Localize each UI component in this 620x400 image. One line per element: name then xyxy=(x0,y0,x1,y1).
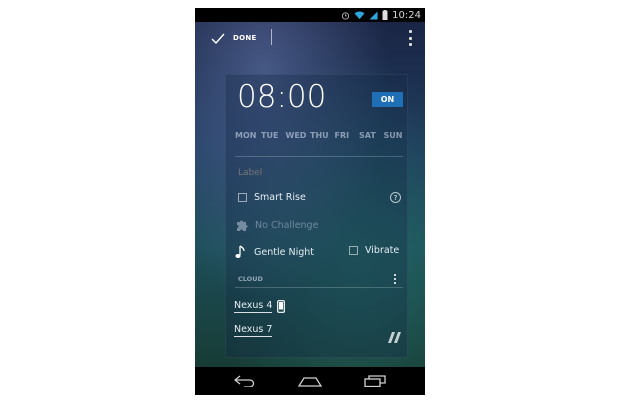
music-note-icon xyxy=(235,245,245,258)
challenge-option[interactable]: No Challenge xyxy=(235,218,318,232)
home-icon xyxy=(297,377,322,387)
ringtone-label: Gentle Night xyxy=(254,246,314,258)
vibrate-checkbox[interactable] xyxy=(349,246,358,255)
navigation-bar xyxy=(195,367,425,395)
alarm-on-toggle[interactable]: ON xyxy=(372,92,403,107)
day-sun[interactable]: SUN xyxy=(384,131,409,140)
back-icon xyxy=(234,375,255,387)
status-bar: 10:24 xyxy=(195,8,425,22)
smart-rise-option[interactable]: Smart Rise xyxy=(238,192,306,203)
alarm-card: 08:00 ON MON TUE WED THU FRI SAT SUN Sma… xyxy=(225,74,408,358)
ringtone-option[interactable]: Gentle Night xyxy=(235,245,314,259)
smart-rise-checkbox[interactable] xyxy=(238,193,247,202)
vibrate-option[interactable]: Vibrate xyxy=(349,245,399,256)
action-bar: DONE xyxy=(195,22,425,54)
challenge-label: No Challenge xyxy=(255,219,319,231)
vibrate-label: Vibrate xyxy=(365,245,400,256)
day-fri[interactable]: FRI xyxy=(335,131,360,140)
phone-frame: 10:24 DONE 08:00 ON MON TUE WED THU FRI … xyxy=(195,8,425,395)
recents-icon xyxy=(363,375,386,387)
puzzle-icon xyxy=(237,220,248,231)
back-button[interactable] xyxy=(225,370,265,392)
divider xyxy=(235,287,403,288)
day-sat[interactable]: SAT xyxy=(359,131,384,140)
cloud-device-item[interactable]: Nexus 7 xyxy=(234,324,273,337)
day-mon[interactable]: MON xyxy=(235,131,261,140)
status-time: 10:24 xyxy=(392,9,421,21)
smart-rise-label: Smart Rise xyxy=(254,192,306,203)
overflow-menu-icon[interactable] xyxy=(407,30,413,46)
device-name: Nexus 4 xyxy=(234,300,273,313)
checkmark-icon xyxy=(211,33,225,44)
done-button[interactable]: DONE xyxy=(195,22,257,54)
device-name: Nexus 7 xyxy=(234,324,273,337)
signal-icon xyxy=(369,10,378,20)
alarm-time[interactable]: 08:00 xyxy=(237,79,326,115)
phone-icon xyxy=(277,300,286,313)
divider xyxy=(235,156,403,157)
wifi-icon xyxy=(354,11,365,19)
day-thu[interactable]: THU xyxy=(310,131,335,140)
battery-icon xyxy=(382,10,388,20)
action-bar-divider xyxy=(271,29,272,45)
cloud-device-item[interactable]: Nexus 4 xyxy=(234,300,286,313)
help-icon[interactable]: ? xyxy=(390,192,401,203)
weekday-selector: MON TUE WED THU FRI SAT SUN xyxy=(235,131,408,140)
home-button[interactable] xyxy=(290,370,330,392)
day-tue[interactable]: TUE xyxy=(261,131,286,140)
alarm-edit-screen: DONE 08:00 ON MON TUE WED THU FRI SAT SU… xyxy=(195,22,425,367)
done-label: DONE xyxy=(233,34,257,42)
brand-logo-icon xyxy=(388,332,401,343)
cloud-overflow-icon[interactable] xyxy=(393,274,397,284)
day-wed[interactable]: WED xyxy=(286,131,311,140)
recents-button[interactable] xyxy=(355,370,395,392)
label-input[interactable] xyxy=(238,168,388,178)
cloud-section-header: CLOUD xyxy=(238,275,263,283)
alarm-icon xyxy=(342,11,350,20)
